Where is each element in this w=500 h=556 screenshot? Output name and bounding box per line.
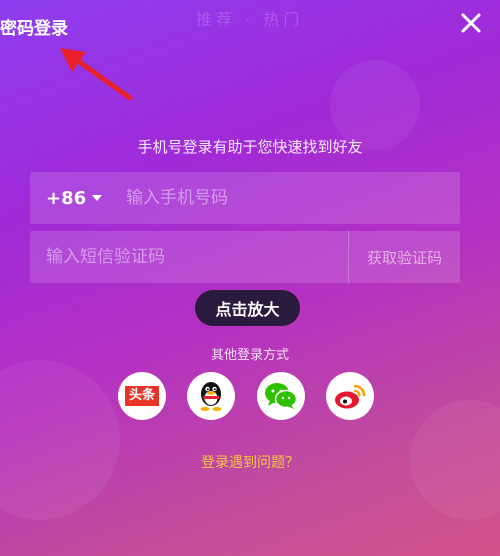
click-to-zoom-button[interactable]: 点击放大 <box>195 290 300 326</box>
sms-code-row: 获取验证码 <box>30 230 460 284</box>
sms-code-input[interactable] <box>30 230 348 284</box>
weibo-login-button[interactable] <box>325 372 374 420</box>
get-code-button[interactable]: 获取验证码 <box>349 247 460 268</box>
phone-input-row: +86 <box>30 171 460 225</box>
close-button[interactable] <box>456 8 486 38</box>
weibo-icon <box>334 384 366 409</box>
qq-penguin-icon <box>200 382 222 411</box>
wechat-icon <box>264 383 297 409</box>
wechat-login-button[interactable] <box>256 372 305 420</box>
login-help-link[interactable]: 登录遇到问题？ <box>0 452 500 472</box>
annotation-arrow-icon <box>60 48 133 101</box>
qq-login-button[interactable] <box>187 372 236 420</box>
other-login-label: 其他登录方式 <box>210 348 289 363</box>
social-login-row: 头条 <box>118 372 374 420</box>
country-code-label: +86 <box>46 187 87 209</box>
close-icon <box>461 13 481 33</box>
country-code-selector[interactable]: +86 <box>30 188 112 209</box>
password-login-link[interactable]: 密码登录 <box>0 14 68 39</box>
toutiao-login-button[interactable]: 头条 <box>118 372 166 420</box>
phone-number-input[interactable] <box>112 171 460 225</box>
caret-down-icon <box>92 195 103 201</box>
login-subtitle: 手机号登录有助于您快速找到好友 <box>137 138 363 156</box>
toutiao-icon: 头条 <box>124 386 159 406</box>
background-tab-text: 推荐 · 热门 <box>196 10 304 29</box>
